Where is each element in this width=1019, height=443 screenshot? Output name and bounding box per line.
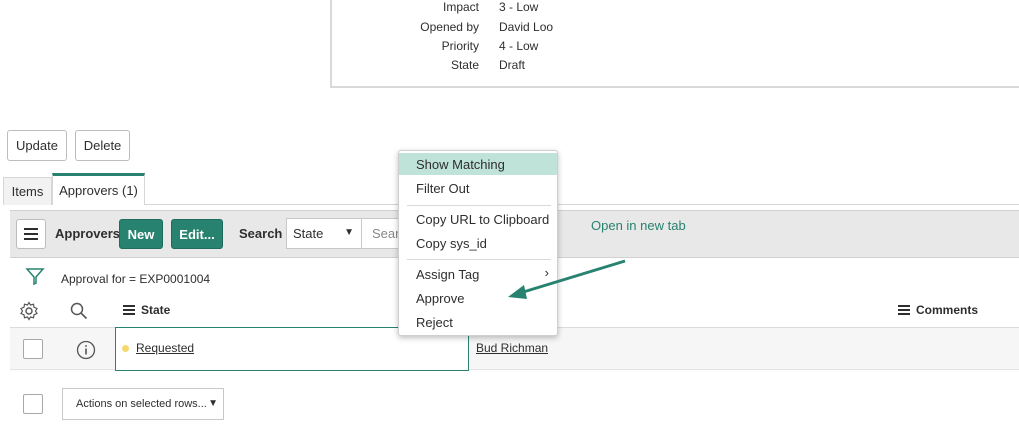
menu-item-assign-tag-label: Assign Tag	[416, 266, 480, 282]
list-icon	[898, 305, 910, 315]
opened-by-label: Opened by	[420, 20, 479, 34]
filter-funnel-icon[interactable]	[25, 266, 45, 286]
select-all-checkbox[interactable]	[23, 394, 43, 414]
actions-select-label: Actions on selected rows...	[76, 398, 207, 410]
search-input[interactable]: Search	[362, 218, 402, 249]
gear-icon[interactable]	[19, 301, 39, 321]
caret-down-icon: ▼	[208, 398, 218, 409]
impact-value: 3 - Low	[499, 0, 539, 14]
list-menu-button[interactable]	[16, 219, 46, 249]
column-header-comments-label: Comments	[916, 303, 979, 317]
opened-by-value: David Loo	[499, 20, 554, 34]
priority-label: Priority	[441, 39, 479, 53]
menu-item-copy-url[interactable]: Copy URL to Clipboard	[399, 208, 557, 230]
caret-down-icon: ▼	[344, 227, 354, 238]
edit-button[interactable]: Edit...	[171, 219, 223, 249]
menu-item-copy-sys-id[interactable]: Copy sys_id	[399, 232, 557, 254]
menu-item-show-matching[interactable]: Show Matching	[399, 153, 557, 175]
context-menu: Show Matching Filter Out Copy URL to Cli…	[398, 150, 558, 336]
annotation-text: Open in new tab	[591, 218, 686, 233]
list-icon	[123, 305, 135, 315]
row-checkbox[interactable]	[23, 339, 43, 359]
list-title: Approvers	[55, 226, 121, 241]
search-field-value: State	[293, 226, 324, 241]
filter-breadcrumb[interactable]: Approval for = EXP0001004	[61, 272, 210, 286]
column-header-state[interactable]: State	[123, 303, 170, 317]
tab-approvers[interactable]: Approvers (1)	[52, 173, 145, 205]
info-icon[interactable]	[76, 340, 96, 360]
state-label: State	[450, 58, 479, 72]
hamburger-icon	[24, 228, 38, 240]
column-header-state-label: State	[141, 303, 171, 317]
arrow-icon	[508, 259, 626, 299]
state-link[interactable]: Requested	[136, 341, 194, 355]
impact-label: Impact	[442, 0, 479, 14]
state-value: Draft	[499, 58, 526, 72]
tab-underline	[145, 204, 1019, 205]
menu-separator	[407, 205, 551, 206]
column-header-comments[interactable]: Comments	[898, 303, 978, 317]
approver-link[interactable]: Bud Richman	[476, 341, 548, 355]
delete-button[interactable]: Delete	[75, 130, 130, 161]
tab-items[interactable]: Items	[3, 177, 52, 205]
search-field-select[interactable]: State ▼	[286, 218, 362, 249]
priority-value: 4 - Low	[499, 39, 539, 53]
search-label: Search	[239, 226, 283, 241]
menu-item-filter-out[interactable]: Filter Out	[399, 177, 557, 199]
new-button[interactable]: New	[119, 219, 163, 249]
update-button[interactable]: Update	[7, 130, 67, 161]
state-indicator-dot	[122, 345, 129, 352]
search-icon[interactable]	[70, 302, 88, 320]
menu-item-reject[interactable]: Reject	[399, 311, 557, 333]
actions-select[interactable]: Actions on selected rows... ▼	[62, 388, 224, 420]
